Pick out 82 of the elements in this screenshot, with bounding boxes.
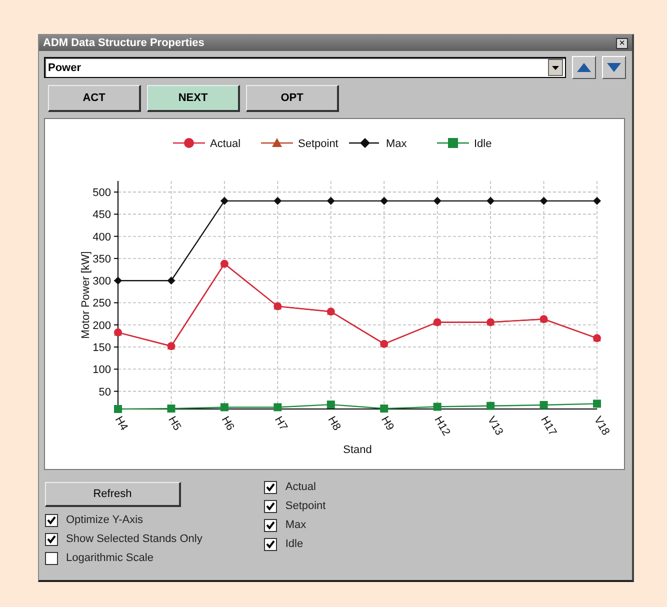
data-point bbox=[114, 328, 122, 336]
data-point bbox=[220, 196, 228, 205]
data-point bbox=[433, 402, 442, 411]
checkbox[interactable] bbox=[264, 500, 278, 512]
data-point bbox=[114, 276, 122, 285]
x-tick-label: H9 bbox=[378, 414, 396, 433]
data-point bbox=[326, 196, 335, 205]
tab[interactable]: OPT bbox=[246, 85, 339, 112]
data-point bbox=[540, 401, 548, 410]
y-tick-label: 300 bbox=[92, 276, 111, 288]
up-arrow-icon bbox=[577, 63, 591, 72]
data-point bbox=[220, 403, 228, 412]
data-point bbox=[167, 404, 176, 413]
window-title: ADM Data Structure Properties bbox=[43, 37, 204, 49]
checkbox[interactable] bbox=[264, 480, 278, 494]
legend-item: Idle bbox=[437, 138, 492, 150]
y-tick-label: 250 bbox=[92, 298, 111, 310]
checkbox-label: Show Selected Stands Only bbox=[66, 533, 202, 545]
close-button[interactable]: × bbox=[616, 38, 628, 48]
data-point bbox=[114, 405, 122, 413]
data-point bbox=[486, 402, 495, 410]
data-point bbox=[167, 342, 176, 350]
data-point bbox=[326, 308, 335, 316]
y-tick-label: 50 bbox=[98, 386, 111, 398]
y-axis-title: Motor Power [kW] bbox=[80, 251, 92, 339]
y-tick-label: 150 bbox=[92, 342, 111, 354]
legend-label: Actual bbox=[210, 138, 241, 150]
y-tick-label: 400 bbox=[92, 231, 111, 244]
checkbox[interactable] bbox=[45, 532, 58, 546]
legend-item: Actual bbox=[173, 138, 241, 150]
checkbox-label: Logarithmic Scale bbox=[66, 552, 154, 564]
data-point bbox=[380, 196, 388, 205]
legend-label: Idle bbox=[474, 138, 492, 150]
up-button[interactable] bbox=[572, 56, 596, 79]
structure-dropdown[interactable]: Power bbox=[44, 57, 566, 78]
x-tick-label: H4 bbox=[112, 414, 130, 433]
data-point bbox=[593, 400, 601, 408]
y-tick-label: 350 bbox=[92, 253, 111, 266]
checkbox-label: Idle bbox=[285, 538, 304, 550]
checkbox-label: Optimize Y-Axis bbox=[66, 514, 144, 526]
checkbox[interactable] bbox=[264, 538, 278, 550]
checkbox-label: Setpoint bbox=[285, 500, 326, 512]
data-point bbox=[274, 403, 282, 412]
data-point bbox=[433, 196, 442, 205]
data-point bbox=[540, 196, 548, 205]
x-tick-label: H17 bbox=[538, 414, 559, 438]
data-point bbox=[274, 302, 282, 310]
x-tick-label: H6 bbox=[218, 414, 236, 433]
data-point bbox=[486, 318, 495, 326]
checkbox-label: Max bbox=[285, 519, 306, 531]
data-point bbox=[274, 196, 282, 205]
legend-item: Setpoint bbox=[261, 138, 338, 150]
data-point bbox=[540, 315, 548, 324]
x-axis-title: Stand bbox=[343, 444, 372, 456]
y-tick-label: 200 bbox=[92, 320, 111, 332]
down-arrow-icon bbox=[607, 63, 621, 72]
down-button[interactable] bbox=[602, 56, 626, 79]
data-point bbox=[326, 400, 335, 409]
data-point bbox=[433, 318, 442, 326]
data-point bbox=[593, 196, 601, 205]
data-point bbox=[486, 196, 495, 205]
data-point bbox=[593, 334, 601, 342]
tab[interactable]: ACT bbox=[48, 85, 141, 112]
checkbox[interactable] bbox=[264, 518, 278, 532]
legend-label: Setpoint bbox=[298, 138, 338, 150]
y-tick-label: 100 bbox=[92, 364, 111, 376]
tab[interactable]: NEXT bbox=[147, 85, 240, 112]
checkbox[interactable] bbox=[45, 552, 58, 564]
data-point bbox=[380, 340, 388, 348]
x-tick-label: H5 bbox=[166, 414, 184, 433]
x-tick-label: H8 bbox=[325, 414, 343, 433]
checkbox-label: Actual bbox=[285, 481, 316, 493]
y-tick-label: 500 bbox=[92, 187, 111, 200]
y-tick-label: 450 bbox=[92, 209, 111, 222]
data-point bbox=[167, 276, 176, 285]
legend-label: Max bbox=[386, 138, 408, 150]
data-point bbox=[220, 260, 228, 268]
legend-item: Max bbox=[349, 138, 407, 150]
checkbox[interactable] bbox=[45, 514, 58, 526]
x-tick-label: H7 bbox=[272, 414, 290, 433]
data-point bbox=[380, 404, 388, 413]
refresh-button[interactable]: Refresh bbox=[45, 482, 181, 507]
